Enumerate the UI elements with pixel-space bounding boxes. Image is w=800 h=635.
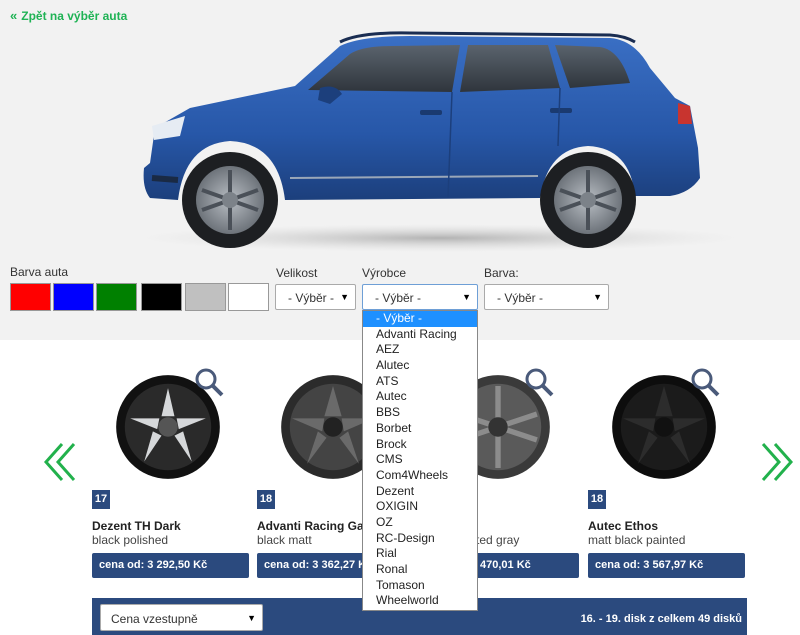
wheel-finish: black matt [257,533,312,547]
maker-select[interactable]: - Výběr - ▼ [362,284,478,310]
maker-option[interactable]: Brock [363,437,477,453]
caret-down-icon: ▼ [593,292,602,302]
maker-option[interactable]: Com4Wheels [363,468,477,484]
maker-option[interactable]: Autec [363,389,477,405]
maker-option[interactable]: BBS [363,405,477,421]
maker-option[interactable]: Wheelworld [363,593,477,609]
wheel-color-select[interactable]: - Výběr - ▼ [484,284,609,310]
results-count: 16. - 19. disk z celkem 49 disků [580,613,742,625]
maker-option[interactable]: Rial [363,546,477,562]
caret-down-icon: ▼ [247,613,256,623]
car-color-label: Barva auta [10,265,69,279]
size-filter-label: Velikost [276,266,318,280]
maker-option[interactable]: Tomason [363,578,477,594]
carousel-next-icon[interactable] [757,440,797,484]
maker-option[interactable]: RC-Design [363,531,477,547]
color-swatch-green[interactable] [96,283,137,311]
sort-select[interactable]: Cena vzestupně ▼ [100,604,263,631]
maker-option[interactable]: Alutec [363,358,477,374]
maker-option[interactable]: CMS [363,452,477,468]
carousel-prev-icon[interactable] [40,440,80,484]
maker-filter-label: Výrobce [362,266,407,280]
wheel-finish: ted gray [476,533,520,547]
maker-option[interactable]: Ronal [363,562,477,578]
wheel-finish: black polished [92,533,169,547]
maker-option[interactable]: OZ [363,515,477,531]
zoom-icon[interactable] [524,367,554,397]
caret-down-icon: ▼ [462,292,471,302]
chevron-left-icon: « [10,8,18,23]
color-swatch-white[interactable] [228,283,269,311]
maker-option[interactable]: Advanti Racing [363,327,477,343]
zoom-icon[interactable] [690,367,720,397]
maker-option[interactable]: ATS [363,374,477,390]
size-badge: 18 [257,490,275,509]
maker-dropdown-list: - Výběr - Advanti Racing AEZ Alutec ATS Autec… [362,310,478,611]
caret-down-icon: ▼ [340,292,349,302]
maker-option[interactable]: Borbet [363,421,477,437]
color-swatch-red[interactable] [10,283,51,311]
wheel-finish: matt black painted [588,533,686,547]
size-select[interactable]: - Výběr - ▼ [275,284,356,310]
wheel-card[interactable]: 18 Autec Ethos matt black painted cena o… [588,365,748,580]
back-to-car-selection-link[interactable]: « Zpět na výběr auta [10,8,127,23]
size-badge: 18 [588,490,606,509]
wheel-name: Autec Ethos [588,519,659,533]
maker-option[interactable]: AEZ [363,342,477,358]
color-swatch-black[interactable] [141,283,182,311]
wheel-color-filter-label: Barva: [484,266,519,280]
price-button[interactable]: cena od: 3 292,50 Kč [92,553,249,578]
color-swatch-silver[interactable] [185,283,226,311]
zoom-icon[interactable] [194,367,224,397]
maker-option[interactable]: - Výběr - [363,311,477,327]
color-swatch-blue[interactable] [53,283,94,311]
car-image [140,31,740,252]
price-button[interactable]: cena od: 3 567,97 Kč [588,553,745,578]
wheel-card[interactable]: 17 Dezent TH Dark black polished cena od… [92,365,252,580]
maker-option[interactable]: OXIGIN [363,499,477,515]
wheel-name: Dezent TH Dark [92,519,181,533]
size-badge: 17 [92,490,110,509]
maker-option[interactable]: Dezent [363,484,477,500]
